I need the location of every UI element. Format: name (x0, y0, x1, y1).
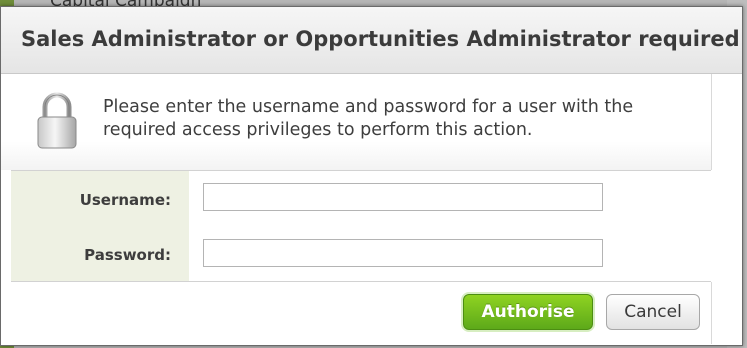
password-input[interactable] (203, 239, 603, 267)
authorise-button[interactable]: Authorise (463, 294, 593, 330)
dialog-header: Sales Administrator or Opportunities Adm… (1, 7, 742, 74)
dialog-title: Sales Administrator or Opportunities Adm… (21, 27, 740, 51)
password-label: Password: (84, 246, 171, 264)
message-text: Please enter the username and password f… (103, 96, 693, 142)
message-line-1: Please enter the username and password f… (103, 97, 634, 117)
message-line-2: required access privileges to perform th… (103, 120, 533, 140)
dialog-right-gutter (712, 74, 742, 344)
dialog-footer: Authorise Cancel (1, 282, 712, 344)
username-input[interactable] (203, 183, 603, 211)
lock-icon (37, 92, 77, 149)
credentials-form: Username: Password: (11, 170, 711, 282)
username-label: Username: (79, 191, 171, 209)
cancel-button[interactable]: Cancel (606, 294, 700, 330)
authorisation-dialog: Sales Administrator or Opportunities Adm… (0, 6, 743, 346)
message-area: Please enter the username and password f… (1, 74, 712, 170)
form-label-column: Username: Password: (11, 171, 189, 281)
